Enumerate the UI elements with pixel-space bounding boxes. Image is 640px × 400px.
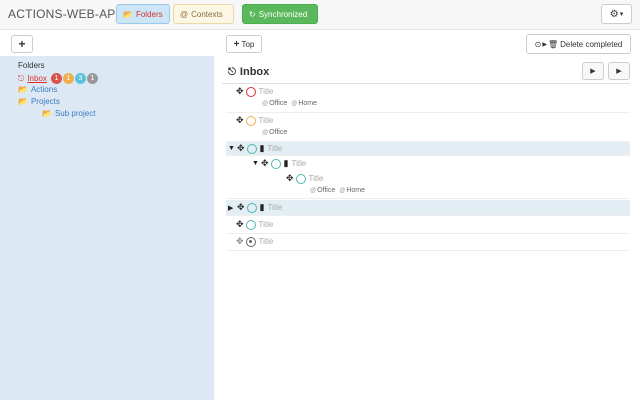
panel-title: ⎋ Inbox xyxy=(228,66,269,78)
chevron-down-icon: ▾ xyxy=(619,11,624,18)
move-icon[interactable]: ✥ xyxy=(237,143,245,154)
circle-icon[interactable] xyxy=(246,143,257,154)
move-icon[interactable]: ✥ xyxy=(261,158,269,169)
folder-icon: ▮ xyxy=(259,143,265,153)
contexts-button-label: Contexts xyxy=(191,9,223,19)
circle-icon[interactable] xyxy=(245,236,256,247)
task-contexts: @ Office xyxy=(262,129,288,136)
at-icon: @ xyxy=(262,129,269,136)
task-row[interactable]: ✥ Title xyxy=(226,217,630,234)
folders-button-label: Folders xyxy=(135,9,163,19)
project-row[interactable]: ▼ ✥ ▮ Title xyxy=(226,142,630,156)
circle-icon[interactable] xyxy=(245,86,256,97)
task-title[interactable]: Title xyxy=(259,237,274,246)
sidebar-item-label: Sub project xyxy=(54,109,96,118)
move-icon[interactable]: ✥ xyxy=(286,173,294,184)
circle-icon[interactable] xyxy=(270,158,281,169)
move-icon[interactable]: ✥ xyxy=(237,202,245,213)
contexts-button[interactable]: @ Contexts xyxy=(173,4,234,24)
at-icon: @ xyxy=(291,100,298,107)
plus-icon: + xyxy=(18,37,26,51)
folder-open-icon: 📂 xyxy=(18,97,28,106)
folder-open-icon: 📂 xyxy=(18,85,28,94)
folder-open-icon: 📂 xyxy=(123,9,133,19)
top-button-label: Top xyxy=(241,39,255,49)
move-icon[interactable]: ✥ xyxy=(236,236,244,247)
at-icon: @ xyxy=(339,187,346,194)
refresh-icon: ↻ xyxy=(249,9,256,19)
caret-down-icon[interactable]: ▼ xyxy=(228,145,235,152)
play-icon: ▶ xyxy=(616,68,622,75)
task-contexts: @ Office @ Home xyxy=(310,187,366,194)
badge-blue: 3 xyxy=(74,73,86,84)
circle-icon[interactable] xyxy=(245,219,256,230)
task-row[interactable]: ✥ Title @ Office xyxy=(226,113,630,142)
sidebar-item-projects[interactable]: 📂 Projects xyxy=(18,97,60,106)
caret-right-icon: ▶ xyxy=(542,41,547,48)
move-icon[interactable]: ✥ xyxy=(236,86,244,97)
task-title[interactable]: Title xyxy=(259,87,274,96)
add-top-button[interactable]: + Top xyxy=(226,35,262,53)
project-row[interactable]: ▶ ✥ ▮ Title xyxy=(226,200,630,216)
badge-orange: 1 xyxy=(62,73,74,84)
app-title: ACTIONS-WEB-APP xyxy=(8,7,124,21)
sidebar-item-label: Projects xyxy=(30,97,60,106)
delete-completed-button[interactable]: ⊙ ▶ 🗑 Delete completed xyxy=(526,34,631,54)
circle-icon[interactable] xyxy=(295,173,306,184)
project-row[interactable]: ▼ ✥ ▮ Title xyxy=(226,156,630,171)
panel-title-text: Inbox xyxy=(239,66,270,78)
play-all-button[interactable]: ▶ xyxy=(608,62,630,80)
sidebar-item-inbox[interactable]: ⎋ Inbox 1 1 3 1 xyxy=(18,73,98,84)
task-row[interactable]: ✥ Title @ Office @ Home xyxy=(226,84,630,113)
at-icon: @ xyxy=(180,9,189,19)
delete-completed-label: Delete completed xyxy=(560,39,623,49)
inbox-icon: ⎋ xyxy=(18,73,25,83)
folder-icon: ▮ xyxy=(283,158,289,168)
at-icon: @ xyxy=(310,187,317,194)
task-title[interactable]: Title xyxy=(259,116,274,125)
folder-icon: ▮ xyxy=(259,202,265,212)
task-title[interactable]: Title xyxy=(259,220,274,229)
at-icon: @ xyxy=(262,100,269,107)
caret-down-icon[interactable]: ▼ xyxy=(252,160,259,167)
task-title[interactable]: Title xyxy=(292,159,307,168)
task-title[interactable]: Title xyxy=(268,203,283,212)
plus-icon: + xyxy=(233,38,240,50)
circle-icon[interactable] xyxy=(245,115,256,126)
task-row[interactable]: ✥ Title @ Office @ Home xyxy=(226,171,630,199)
sidebar-item-sub-project[interactable]: 📂 Sub project xyxy=(42,109,95,118)
circle-icon[interactable] xyxy=(246,202,257,213)
sync-button[interactable]: ↻ Synchronized xyxy=(242,4,318,24)
sidebar-item-label: Actions xyxy=(30,85,58,94)
folder-open-icon: 📂 xyxy=(42,109,52,118)
folders-button[interactable]: 📂 Folders xyxy=(116,4,170,24)
folders-sidebar xyxy=(0,56,214,400)
gear-icon: ⚙ xyxy=(609,8,619,20)
task-contexts: @ Office @ Home xyxy=(262,100,318,107)
sidebar-item-label: Inbox xyxy=(27,74,47,83)
settings-dropdown-button[interactable]: ⚙ ▾ xyxy=(601,4,632,24)
task-row[interactable]: ✥ Title xyxy=(226,234,630,251)
check-circle-icon: ⊙ xyxy=(534,39,542,49)
move-icon[interactable]: ✥ xyxy=(236,219,244,230)
sidebar-item-actions[interactable]: 📂 Actions xyxy=(18,85,57,94)
caret-right-icon[interactable]: ▶ xyxy=(228,204,235,212)
play-icon: ▶ xyxy=(590,68,596,75)
trash-icon: 🗑 xyxy=(547,39,559,49)
top-navbar: ACTIONS-WEB-APP 📂 Folders @ Contexts ↻ S… xyxy=(0,0,640,30)
badge-red: 1 xyxy=(50,73,62,84)
folders-heading: Folders xyxy=(18,61,45,70)
move-icon[interactable]: ✥ xyxy=(236,115,244,126)
sync-button-label: Synchronized xyxy=(258,9,308,19)
add-folder-button[interactable]: + xyxy=(11,35,33,53)
play-button[interactable]: ▶ xyxy=(582,62,604,80)
inbox-panel-header: ⎋ Inbox ▶ ▶ xyxy=(222,60,630,84)
task-title[interactable]: Title xyxy=(309,174,324,183)
badge-gray: 1 xyxy=(86,73,98,84)
task-title[interactable]: Title xyxy=(268,144,283,153)
inbox-icon: ⎋ xyxy=(228,66,236,78)
